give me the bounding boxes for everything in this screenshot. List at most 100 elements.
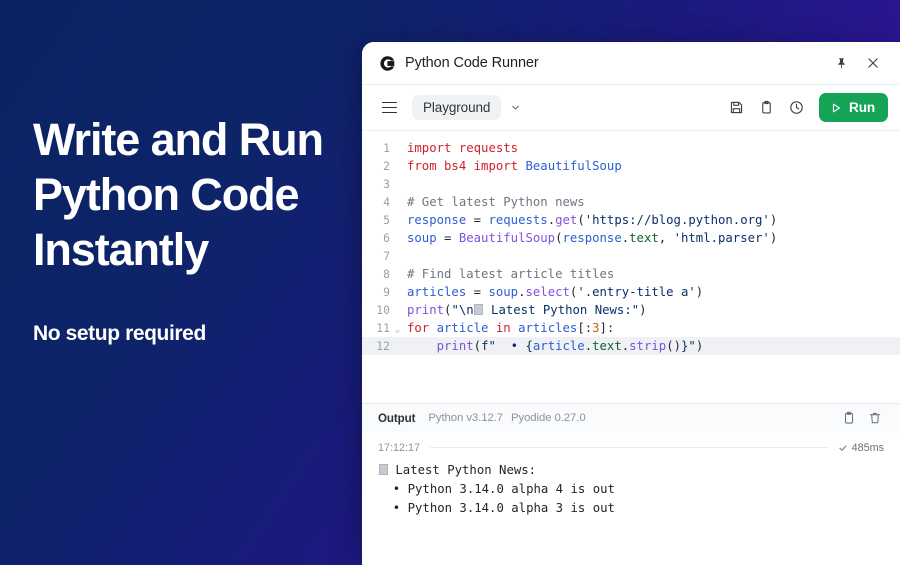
output-label: Output — [378, 411, 416, 425]
fold-chevron-icon[interactable]: ⌄ — [392, 321, 403, 339]
code-line[interactable]: 11 ⌄ for article in articles[:3]: — [362, 319, 900, 337]
chevron-down-icon[interactable] — [510, 102, 521, 113]
code-line[interactable]: 3 — [362, 175, 900, 193]
code-token: soup — [488, 285, 519, 299]
code-token: get — [555, 213, 578, 227]
code-token: for — [407, 321, 430, 335]
hamburger-menu-icon[interactable] — [376, 95, 402, 121]
code-line[interactable]: 7 — [362, 247, 900, 265]
code-token: ( — [555, 231, 563, 245]
code-token: response — [562, 231, 622, 245]
code-token: ) — [769, 213, 778, 227]
play-triangle-icon — [830, 102, 842, 114]
code-editor[interactable]: 1 import requests 2 from bs4 import Beautif… — [362, 131, 900, 403]
code-token: [: — [577, 321, 593, 335]
copy-output-clipboard-icon[interactable] — [836, 405, 862, 431]
pyodide-version: Pyodide 0.27.0 — [510, 412, 586, 424]
pushpin-icon[interactable] — [828, 50, 854, 76]
code-token: ) — [769, 231, 778, 245]
code-token: }" — [681, 339, 696, 353]
code-token: ( — [473, 339, 482, 353]
code-token: = — [466, 213, 489, 227]
code-token: response — [407, 213, 467, 227]
newspaper-emoji-glyph — [378, 463, 388, 475]
editor-toolbar: Playground Run — [362, 85, 900, 131]
code-token: ) — [695, 285, 704, 299]
code-text: import requests — [403, 139, 518, 157]
code-token: requests — [488, 213, 548, 227]
code-line[interactable]: 10 print("\n Latest Python News:") — [362, 301, 900, 319]
code-token: import — [407, 141, 452, 155]
code-text: soup = BeautifulSoup(response.text, 'htm… — [403, 229, 777, 247]
promo-panel: Write and Run Python Code Instantly No s… — [33, 112, 363, 346]
code-token: text — [629, 231, 659, 245]
newspaper-emoji-glyph — [474, 304, 484, 315]
code-token: ]: — [599, 321, 615, 335]
output-body: 17:12:17 485ms Latest Python News: • Pyt… — [362, 432, 900, 565]
line-number: 5 — [383, 213, 390, 227]
run-meta-divider — [430, 447, 828, 448]
line-number: 1 — [383, 141, 390, 155]
code-token: articles — [518, 321, 578, 335]
window-titlebar: Python Code Runner — [362, 42, 900, 85]
code-token: article — [436, 321, 489, 335]
code-line[interactable]: 4 # Get latest Python news — [362, 193, 900, 211]
line-number: 7 — [383, 249, 390, 263]
project-selector[interactable]: Playground — [412, 95, 502, 120]
code-text: # Find latest article titles — [403, 265, 614, 283]
code-token: = — [436, 231, 459, 245]
save-disk-icon[interactable] — [721, 93, 751, 123]
code-line[interactable]: 5 response = requests.get('https://blog.p… — [362, 211, 900, 229]
run-button[interactable]: Run — [819, 93, 888, 122]
code-token: articles — [407, 285, 467, 299]
code-token: BeautifulSoup — [525, 159, 622, 173]
title-line-1: Write and Run — [33, 114, 324, 165]
code-line[interactable]: 12 print(f" • {article.text.strip()}") — [362, 337, 900, 355]
line-number: 6 — [383, 231, 390, 245]
code-token: = — [466, 285, 489, 299]
code-token: from — [407, 159, 437, 173]
code-token: requests — [451, 141, 519, 155]
promo-subtitle: No setup required — [33, 322, 206, 345]
code-token: ) — [639, 303, 647, 317]
clear-output-trash-icon[interactable] — [862, 405, 888, 431]
code-line[interactable]: 2 from bs4 import BeautifulSoup — [362, 157, 900, 175]
python-version: Python v3.12.7 — [428, 412, 503, 424]
title-line-3: Instantly — [33, 224, 209, 275]
clock-history-icon[interactable] — [781, 93, 811, 123]
output-line: • Python 3.14.0 alpha 3 is out — [378, 500, 615, 515]
code-token: . — [584, 339, 593, 353]
code-line[interactable]: 9 articles = soup.select('.entry-title a'… — [362, 283, 900, 301]
code-token: select — [525, 285, 570, 299]
code-token: ) — [695, 339, 704, 353]
code-token: "\n — [451, 303, 474, 317]
code-line[interactable]: 1 import requests — [362, 139, 900, 157]
code-token: , — [658, 231, 674, 245]
code-text: # Get latest Python news — [403, 193, 585, 211]
brand-c-logo-icon — [379, 55, 396, 72]
code-text: for article in articles[:3]: — [403, 319, 614, 337]
window-title: Python Code Runner — [405, 55, 539, 71]
close-icon[interactable] — [860, 50, 886, 76]
clipboard-icon[interactable] — [751, 93, 781, 123]
output-console: Latest Python News: • Python 3.14.0 alph… — [378, 461, 884, 518]
code-token: 'https://blog.python.org' — [584, 213, 770, 227]
run-duration: 485ms — [851, 441, 884, 454]
code-token: in — [495, 321, 511, 335]
code-token: bs4 — [444, 159, 467, 173]
code-token: print — [436, 339, 474, 353]
code-token: . — [547, 213, 556, 227]
code-line[interactable]: 8 # Find latest article titles — [362, 265, 900, 283]
code-line[interactable]: 6 soup = BeautifulSoup(response.text, 'ht… — [362, 229, 900, 247]
line-number: 3 — [383, 177, 390, 191]
code-text: from bs4 import BeautifulSoup — [403, 157, 622, 175]
code-token: print — [407, 303, 445, 317]
code-token: 3 — [592, 321, 600, 335]
output-line: Latest Python News: — [378, 461, 884, 480]
code-token: Latest Python News:" — [483, 303, 640, 317]
line-number: 12 — [376, 339, 390, 353]
